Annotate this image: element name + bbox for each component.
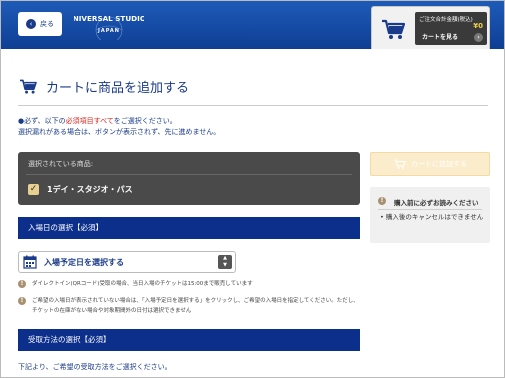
notice-required-emphasis: 必須項目すべて xyxy=(65,117,114,125)
receive-method-section-header: 受取方法の選択【必須】 xyxy=(18,329,360,351)
site-header: ‹ 戻る UNIVERSAL STUDIOS JAPAN ご注文合計金額(税込)… xyxy=(1,1,504,49)
entry-date-info-2-text: ご希望の入場日が表示されていない場合は、「入場予定日を選択する」をクリックし、ご… xyxy=(32,298,359,314)
divider xyxy=(26,174,352,175)
read-before-purchase-box: ! 購入前に必ずお読みください • 購入後のキャンセルはできません xyxy=(370,187,490,243)
calendar-icon xyxy=(23,255,37,269)
add-to-cart-label: カートに追加する xyxy=(411,160,467,168)
back-arrow-icon: ‹ xyxy=(26,19,36,29)
view-cart-label: カートを見る xyxy=(422,34,459,41)
cart-total-value: ¥0 xyxy=(473,22,483,30)
selected-product-header: 選択されている商品: xyxy=(28,160,94,168)
cart-summary: ご注文合計金額(税込) ¥0 カートを見る › xyxy=(415,12,487,45)
notice-line2: 選択漏れがある場合は、ボタンが表示されず、先に進めません。 xyxy=(18,128,221,136)
chevron-right-icon: › xyxy=(474,33,483,42)
back-button-label: 戻る xyxy=(40,20,54,28)
page-title-row: カートに商品を追加する xyxy=(18,76,488,106)
entry-date-section-header: 入場日の選択【必須】 xyxy=(18,217,360,239)
cart-icon[interactable] xyxy=(381,19,405,41)
divider xyxy=(378,209,482,210)
exclamation-icon: ! xyxy=(18,297,26,305)
page-title: カートに商品を追加する xyxy=(46,81,190,96)
required-notice: ●必ず、以下の必須項目すべてをご選択ください。 選択漏れがある場合は、ボタンが表… xyxy=(18,116,220,138)
cart-total-label: ご注文合計金額(税込) xyxy=(419,17,473,23)
no-cancel-notice: • 購入後のキャンセルはできません xyxy=(380,213,484,221)
exclamation-icon: ! xyxy=(18,280,26,288)
mini-cart: ご注文合計金額(税込) ¥0 カートを見る › xyxy=(371,6,490,49)
checkmark-icon: ✓ xyxy=(28,184,39,195)
view-cart-button[interactable]: カートを見る › xyxy=(418,32,484,43)
receive-method-note: 下記より、ご希望の受取方法をご選択ください。 xyxy=(18,363,172,371)
add-to-cart-button[interactable]: カートに追加する xyxy=(370,152,490,176)
cart-icon xyxy=(394,158,406,169)
notice-prefix: ●必ず、以下の xyxy=(18,117,66,125)
entry-date-select[interactable]: 入場予定日を選択する ▲ ▼ xyxy=(18,251,236,273)
back-button[interactable]: ‹ 戻る xyxy=(18,12,62,36)
selected-product-panel: 選択されている商品: ✓ 1デイ・スタジオ・パス xyxy=(18,152,360,205)
notice-suffix: をご選択ください。 xyxy=(113,117,177,125)
exclamation-icon: ! xyxy=(378,197,386,205)
entry-date-info-2: ! ご希望の入場日が表示されていない場合は、「入場予定日を選択する」をクリックし… xyxy=(18,296,363,316)
entry-date-info-1: ! ダイレクトイン(QRコード)受取の場合、当日入場のチケットは15:00まで販… xyxy=(18,279,363,289)
select-arrows-icon: ▲ ▼ xyxy=(218,255,232,269)
selected-product-name: 1デイ・スタジオ・パス xyxy=(47,185,133,194)
entry-date-info-1-text: ダイレクトイン(QRコード)受取の場合、当日入場のチケットは15:00まで販売し… xyxy=(32,281,253,287)
read-before-purchase-title: 購入前に必ずお読みください xyxy=(394,199,479,207)
logo-text-line1: UNIVERSAL STUDIOS xyxy=(74,14,144,23)
page-frame: ‹ 戻る UNIVERSAL STUDIOS JAPAN ご注文合計金額(税込)… xyxy=(0,0,505,378)
logo-text-line2: JAPAN xyxy=(97,28,120,34)
cart-icon xyxy=(20,79,37,94)
entry-date-select-label: 入場予定日を選択する xyxy=(44,258,124,267)
universal-studios-logo[interactable]: UNIVERSAL STUDIOS JAPAN xyxy=(74,10,144,40)
